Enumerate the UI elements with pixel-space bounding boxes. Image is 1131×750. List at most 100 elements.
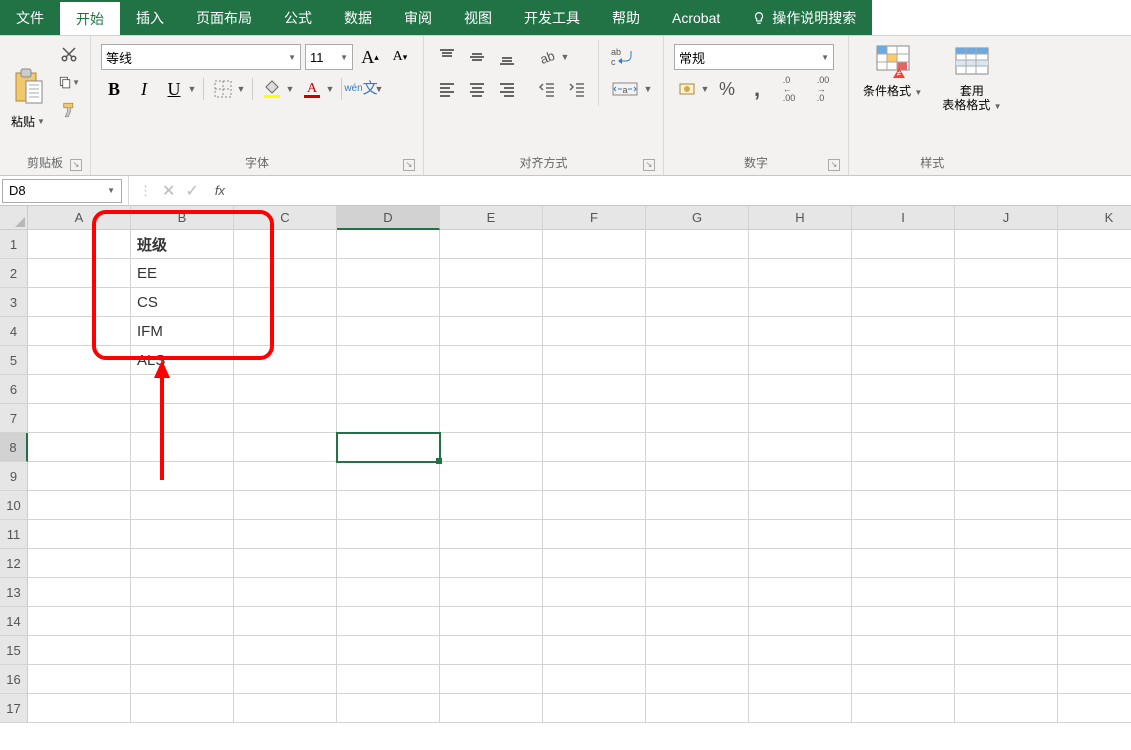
orientation-button[interactable]: ab <box>534 44 560 70</box>
cell-A9[interactable] <box>28 462 131 491</box>
cell-A8[interactable] <box>28 433 131 462</box>
cancel-formula-button[interactable]: ✕ <box>162 181 175 201</box>
select-all-corner[interactable] <box>0 206 28 230</box>
cell-I16[interactable] <box>852 665 955 694</box>
cell-A16[interactable] <box>28 665 131 694</box>
underline-more[interactable]: ▼ <box>187 76 197 102</box>
cell-C1[interactable] <box>234 230 337 259</box>
cell-G6[interactable] <box>646 375 749 404</box>
cell-G1[interactable] <box>646 230 749 259</box>
cell-K11[interactable] <box>1058 520 1131 549</box>
cell-B15[interactable] <box>131 636 234 665</box>
cell-H1[interactable] <box>749 230 852 259</box>
cell-F12[interactable] <box>543 549 646 578</box>
cell-H10[interactable] <box>749 491 852 520</box>
cell-I2[interactable] <box>852 259 955 288</box>
merge-more[interactable]: ▼ <box>643 76 653 102</box>
cell-K13[interactable] <box>1058 578 1131 607</box>
cell-I8[interactable] <box>852 433 955 462</box>
cell-F4[interactable] <box>543 317 646 346</box>
cell-D17[interactable] <box>337 694 440 723</box>
tab-tell-me[interactable]: 操作说明搜索 <box>736 0 872 35</box>
cell-K1[interactable] <box>1058 230 1131 259</box>
cell-F6[interactable] <box>543 375 646 404</box>
cell-B8[interactable] <box>131 433 234 462</box>
cell-F9[interactable] <box>543 462 646 491</box>
cell-K8[interactable] <box>1058 433 1131 462</box>
column-header-D[interactable]: D <box>337 206 440 230</box>
cell-D15[interactable] <box>337 636 440 665</box>
cell-F11[interactable] <box>543 520 646 549</box>
enter-formula-button[interactable]: ✓ <box>185 181 198 201</box>
cell-J13[interactable] <box>955 578 1058 607</box>
cell-E13[interactable] <box>440 578 543 607</box>
cell-G5[interactable] <box>646 346 749 375</box>
cell-A1[interactable] <box>28 230 131 259</box>
cell-D13[interactable] <box>337 578 440 607</box>
cell-B6[interactable] <box>131 375 234 404</box>
font-name-combo[interactable]: 等线▼ <box>101 44 301 70</box>
cell-K4[interactable] <box>1058 317 1131 346</box>
column-header-H[interactable]: H <box>749 206 852 230</box>
cell-C6[interactable] <box>234 375 337 404</box>
cell-J17[interactable] <box>955 694 1058 723</box>
cell-I3[interactable] <box>852 288 955 317</box>
tab-insert[interactable]: 插入 <box>120 0 180 35</box>
cell-E2[interactable] <box>440 259 543 288</box>
cell-C8[interactable] <box>234 433 337 462</box>
underline-button[interactable]: U <box>161 76 187 102</box>
cell-E1[interactable] <box>440 230 543 259</box>
cell-A10[interactable] <box>28 491 131 520</box>
cell-C2[interactable] <box>234 259 337 288</box>
cell-A5[interactable] <box>28 346 131 375</box>
column-header-G[interactable]: G <box>646 206 749 230</box>
cell-F10[interactable] <box>543 491 646 520</box>
cell-G8[interactable] <box>646 433 749 462</box>
accounting-more[interactable]: ▼ <box>700 76 710 102</box>
cut-button[interactable] <box>58 44 80 64</box>
wrap-text-button[interactable]: abc <box>607 44 643 70</box>
cell-D4[interactable] <box>337 317 440 346</box>
align-top-button[interactable] <box>434 44 460 70</box>
cell-A2[interactable] <box>28 259 131 288</box>
row-header-8[interactable]: 8 <box>0 433 28 462</box>
cell-D10[interactable] <box>337 491 440 520</box>
cell-I6[interactable] <box>852 375 955 404</box>
cell-F5[interactable] <box>543 346 646 375</box>
cell-B13[interactable] <box>131 578 234 607</box>
cell-G16[interactable] <box>646 665 749 694</box>
increase-indent-button[interactable] <box>564 76 590 102</box>
merge-center-button[interactable]: a <box>607 76 643 102</box>
cell-A17[interactable] <box>28 694 131 723</box>
formula-input[interactable] <box>235 176 1131 205</box>
cell-C3[interactable] <box>234 288 337 317</box>
cell-B11[interactable] <box>131 520 234 549</box>
format-painter-button[interactable] <box>58 100 80 120</box>
tab-file[interactable]: 文件 <box>0 0 60 35</box>
tab-review[interactable]: 审阅 <box>388 0 448 35</box>
cell-E5[interactable] <box>440 346 543 375</box>
cell-C4[interactable] <box>234 317 337 346</box>
row-header-10[interactable]: 10 <box>0 491 28 520</box>
increase-font-button[interactable]: A▴ <box>357 44 383 70</box>
cell-H15[interactable] <box>749 636 852 665</box>
cell-C11[interactable] <box>234 520 337 549</box>
cell-D12[interactable] <box>337 549 440 578</box>
cell-F15[interactable] <box>543 636 646 665</box>
font-color-button[interactable]: A <box>299 76 325 102</box>
decrease-decimal-button[interactable]: .00→.0 <box>808 76 838 102</box>
cell-D3[interactable] <box>337 288 440 317</box>
cell-F8[interactable] <box>543 433 646 462</box>
fill-color-more[interactable]: ▼ <box>285 76 295 102</box>
cell-I9[interactable] <box>852 462 955 491</box>
cell-I10[interactable] <box>852 491 955 520</box>
row-header-1[interactable]: 1 <box>0 230 28 259</box>
cell-D8[interactable] <box>337 433 440 462</box>
cell-J16[interactable] <box>955 665 1058 694</box>
cell-E11[interactable] <box>440 520 543 549</box>
cell-G17[interactable] <box>646 694 749 723</box>
cell-C12[interactable] <box>234 549 337 578</box>
cell-D7[interactable] <box>337 404 440 433</box>
cell-E16[interactable] <box>440 665 543 694</box>
bold-button[interactable]: B <box>101 76 127 102</box>
